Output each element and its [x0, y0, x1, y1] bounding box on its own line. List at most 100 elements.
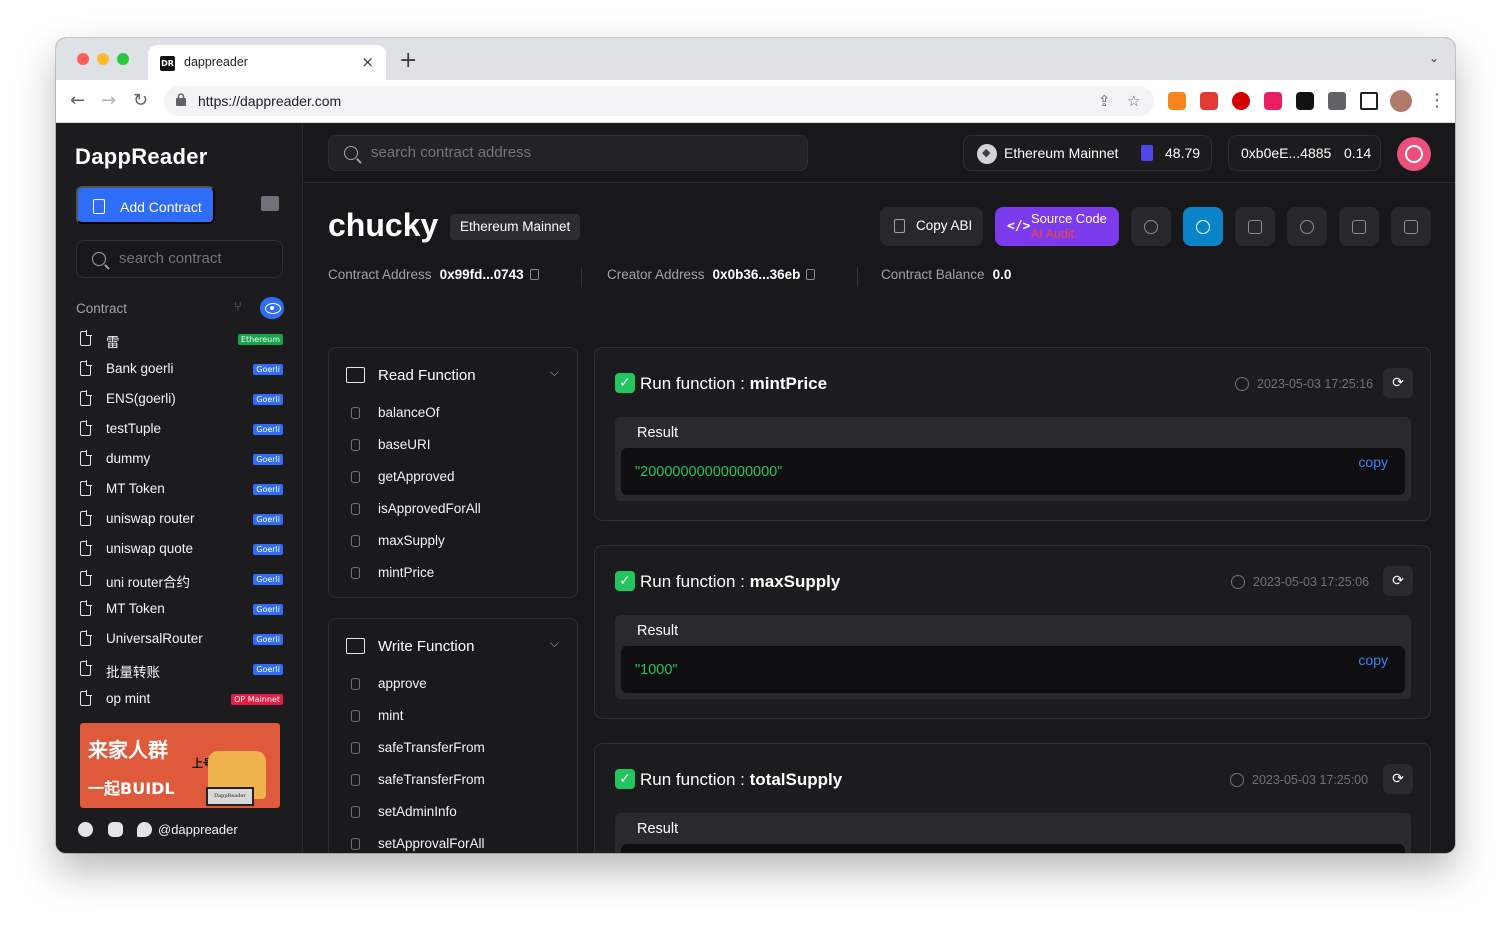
- contract-list-item[interactable]: UniversalRouter Goerli: [76, 625, 286, 655]
- edit-button[interactable]: [1339, 207, 1379, 246]
- network-selector[interactable]: Ethereum Mainnet 48.79: [963, 135, 1212, 171]
- browser-tab[interactable]: DR dappreader ×: [148, 45, 386, 80]
- ethereum-icon: [977, 144, 997, 164]
- share-button[interactable]: [1287, 207, 1327, 246]
- check-icon: ✓: [615, 769, 635, 789]
- contract-list-item[interactable]: testTuple Goerli: [76, 415, 286, 445]
- address-search-input[interactable]: [371, 144, 791, 161]
- contract-list-item[interactable]: uniswap router Goerli: [76, 505, 286, 535]
- contract-address-value: 0x99fd...0743: [439, 267, 524, 282]
- visibility-eye-icon[interactable]: [260, 297, 284, 319]
- contract-list-item[interactable]: ENS(goerli) Goerli: [76, 385, 286, 415]
- rerun-icon[interactable]: ⟳: [1383, 368, 1413, 398]
- copy-abi-button[interactable]: Copy ABI: [880, 207, 983, 246]
- filter-icon[interactable]: ⑂: [234, 300, 242, 315]
- contract-list-item[interactable]: uni router合约 Goerli: [76, 565, 286, 595]
- contract-name: uni router合约: [106, 575, 191, 590]
- copy-result-link[interactable]: copy: [1358, 850, 1388, 853]
- browser-menu-icon[interactable]: ⋮: [1428, 90, 1446, 111]
- dapp-extension-icon[interactable]: [1296, 92, 1314, 110]
- creator-address-row: Creator Address 0x0b36...36eb: [607, 267, 816, 282]
- reload-icon[interactable]: ↻: [133, 90, 148, 111]
- contract-list-item[interactable]: Bank goerli Goerli: [76, 355, 286, 385]
- extensions-puzzle-icon[interactable]: [1328, 92, 1346, 110]
- community-banner[interactable]: 来家人群 一起BUIDL 上号! DappReader: [80, 723, 280, 808]
- metamask-extension-icon[interactable]: [1168, 92, 1186, 110]
- forward-arrow-icon[interactable]: →: [101, 90, 116, 111]
- function-name: totalSupply: [749, 770, 843, 789]
- back-arrow-icon[interactable]: ←: [70, 90, 85, 111]
- share-icon[interactable]: ⇪: [1098, 92, 1111, 110]
- side-panel-icon[interactable]: [1360, 92, 1378, 110]
- contract-address-label: Contract Address: [328, 267, 432, 282]
- network-badge: Goerli: [253, 364, 283, 375]
- result-box: Result "1000" copy: [615, 615, 1411, 699]
- contract-list-item[interactable]: op mint OP Mainnet: [76, 685, 286, 715]
- notes-extension-icon[interactable]: [1200, 92, 1218, 110]
- new-tab-button[interactable]: +: [399, 48, 417, 73]
- twitter-handle[interactable]: @dappreader: [158, 822, 238, 837]
- contract-list-item[interactable]: MT Token Goerli: [76, 475, 286, 505]
- copy-creator-icon[interactable]: [806, 269, 816, 280]
- zoom-window-button[interactable]: [117, 53, 129, 65]
- close-window-button[interactable]: [77, 53, 89, 65]
- contract-name: MT Token: [106, 601, 165, 616]
- run-function-prefix: Run function :: [640, 572, 750, 591]
- copy-address-icon[interactable]: [529, 269, 539, 280]
- terminal-button[interactable]: [1235, 207, 1275, 246]
- buidl-avatar-icon[interactable]: [1397, 137, 1431, 171]
- copy-icon: [894, 219, 905, 233]
- refresh-button[interactable]: [1131, 207, 1171, 246]
- result-timestamp: 2023-05-03 17:25:06: [1253, 575, 1370, 589]
- trash-icon: [1404, 219, 1418, 234]
- read-function-title: Read Function: [378, 367, 476, 384]
- network-badge: Goerli: [253, 514, 283, 525]
- result-card: ✓ Run function : mintPrice 2023-05-03 17:2…: [594, 347, 1431, 521]
- rerun-icon[interactable]: ⟳: [1383, 566, 1413, 596]
- chevron-down-icon[interactable]: ⌵: [550, 636, 559, 651]
- add-folder-icon[interactable]: [261, 196, 279, 211]
- bookmark-star-icon[interactable]: ☆: [1127, 92, 1140, 110]
- contract-list-item[interactable]: 批量转账 Goerli: [76, 655, 286, 685]
- add-contract-button[interactable]: Add Contract: [76, 186, 215, 224]
- discord-icon[interactable]: [108, 822, 123, 837]
- rerun-icon[interactable]: ⟳: [1383, 764, 1413, 794]
- network-badge: Goerli: [253, 544, 283, 555]
- result-label: Result: [637, 425, 679, 441]
- result-label: Result: [637, 821, 679, 837]
- address-bar[interactable]: https://dappreader.com ⇪ ☆: [164, 86, 1154, 116]
- source-code-button[interactable]: </> Source Code AI Audit: [995, 207, 1119, 246]
- network-badge: Goerli: [253, 574, 283, 585]
- add-file-icon: [93, 199, 105, 214]
- contract-list-item[interactable]: uniswap quote Goerli: [76, 535, 286, 565]
- github-icon[interactable]: [78, 822, 93, 837]
- file-icon: [80, 360, 92, 376]
- contract-list-item[interactable]: 雷 Ethereum: [76, 325, 286, 355]
- contract-balance-value: 0.0: [992, 267, 1012, 282]
- tab-search-chevron-icon[interactable]: ⌄: [1429, 51, 1439, 65]
- opera-extension-icon[interactable]: [1232, 92, 1250, 110]
- result-value-box: "28"copy: [621, 844, 1405, 853]
- contract-list-item[interactable]: dummy Goerli: [76, 445, 286, 475]
- result-label: Result: [637, 623, 679, 639]
- refresh-icon: [1144, 219, 1158, 234]
- profile-avatar[interactable]: [1390, 90, 1412, 112]
- minimize-window-button[interactable]: [97, 53, 109, 65]
- twitter-icon[interactable]: [137, 822, 152, 837]
- close-tab-icon[interactable]: ×: [361, 53, 374, 71]
- translate-extension-icon[interactable]: [1264, 92, 1282, 110]
- code-brackets-icon: [346, 367, 365, 383]
- dashboard-button[interactable]: [1183, 207, 1223, 246]
- contract-search-input[interactable]: [119, 250, 279, 267]
- delete-button[interactable]: [1391, 207, 1431, 246]
- terminal-icon: [346, 638, 365, 654]
- contract-name: MT Token: [106, 481, 165, 496]
- wallet-account[interactable]: 0xb0eE...4885 0.14: [1228, 135, 1381, 171]
- contract-list-item[interactable]: MT Token Goerli: [76, 595, 286, 625]
- contract-network-tag: Ethereum Mainnet: [450, 214, 581, 240]
- results-panel[interactable]: ✓ Run function : mintPrice 2023-05-03 17:2…: [594, 347, 1434, 853]
- copy-result-link[interactable]: copy: [1358, 454, 1388, 470]
- copy-result-link[interactable]: copy: [1358, 652, 1388, 668]
- contract-name: dummy: [106, 451, 151, 466]
- chevron-down-icon[interactable]: ⌵: [550, 365, 559, 380]
